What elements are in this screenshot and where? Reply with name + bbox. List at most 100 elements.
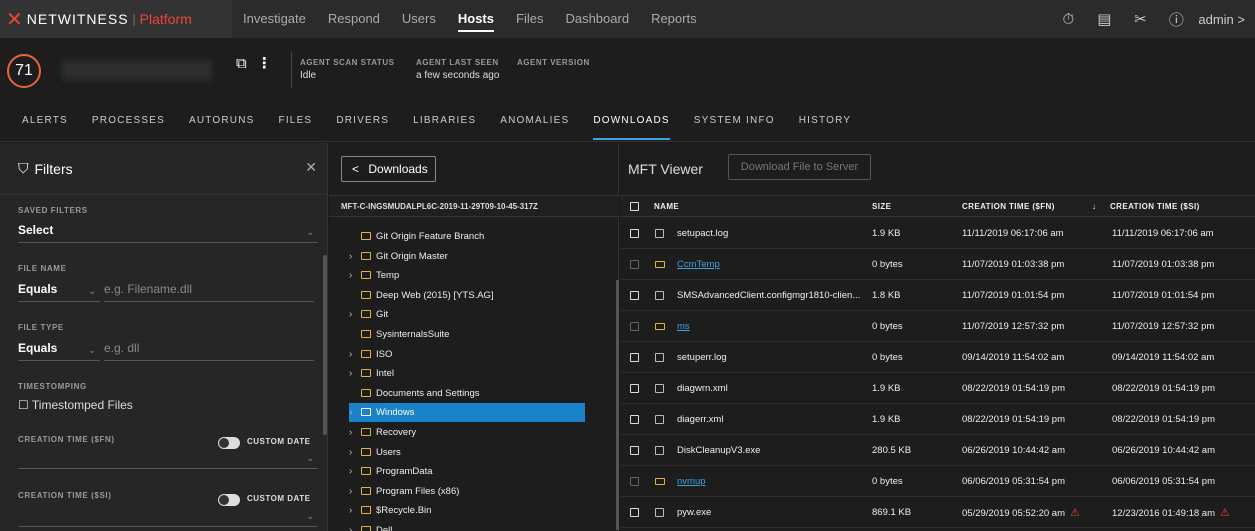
- brand-logo[interactable]: ✕ NETWITNESS | Platform: [0, 0, 232, 38]
- filters-scrollbar[interactable]: [323, 255, 327, 435]
- tab-anomalies[interactable]: ANOMALIES: [500, 100, 569, 142]
- timestomped-files-checkbox[interactable]: ☐ Timestomped Files: [18, 398, 133, 412]
- tree-node[interactable]: Documents and Settings: [349, 384, 480, 403]
- custom-date-si-toggle[interactable]: [218, 494, 240, 506]
- user-menu[interactable]: admin >: [1198, 12, 1245, 27]
- row-checkbox[interactable]: [630, 384, 639, 393]
- sort-desc-icon[interactable]: ↓: [1092, 196, 1096, 218]
- table-row[interactable]: DiskCleanupV3.exe 280.5 KB 06/26/2019 10:4…: [620, 436, 1255, 466]
- table-row[interactable]: nvmup 0 bytes 06/06/2019 05:31:54 pm 06/06/…: [620, 467, 1255, 497]
- select-all-checkbox[interactable]: [630, 202, 639, 211]
- tree-node[interactable]: › Git: [349, 305, 388, 324]
- file-name[interactable]: nvmup: [677, 467, 867, 497]
- chevron-right-icon[interactable]: ›: [349, 443, 361, 462]
- custom-date-fn-toggle[interactable]: [218, 437, 240, 449]
- chevron-right-icon[interactable]: ›: [349, 501, 361, 520]
- chevron-right-icon[interactable]: ›: [349, 345, 361, 364]
- tab-alerts[interactable]: ALERTS: [22, 100, 68, 142]
- chevron-right-icon[interactable]: ›: [349, 266, 361, 285]
- tree-node[interactable]: SysinternalsSuite: [349, 325, 449, 344]
- tree-node[interactable]: › Windows: [349, 403, 585, 423]
- row-checkbox[interactable]: [630, 291, 639, 300]
- tab-drivers[interactable]: DRIVERS: [336, 100, 389, 142]
- tree-scrollbar[interactable]: [616, 280, 619, 530]
- file-name-input[interactable]: e.g. Filename.dll: [104, 282, 314, 302]
- tree-node[interactable]: Git Origin Feature Branch: [349, 227, 484, 246]
- nav-link-hosts[interactable]: Hosts: [457, 0, 495, 38]
- table-row[interactable]: CcmTemp 0 bytes 11/07/2019 01:03:38 pm 11/0…: [620, 250, 1255, 280]
- tab-processes[interactable]: PROCESSES: [92, 100, 165, 142]
- tools-icon[interactable]: ✂: [1122, 10, 1158, 28]
- row-checkbox[interactable]: [630, 415, 639, 424]
- file-type-operator[interactable]: Equals ⌄: [18, 341, 100, 361]
- column-name[interactable]: NAME: [654, 196, 679, 218]
- nav-link-users[interactable]: Users: [402, 0, 436, 38]
- table-row[interactable]: pyw.exe 869.1 KB 05/29/2019 05:52:20 am ⚠ 12…: [620, 498, 1255, 528]
- chevron-right-icon[interactable]: ›: [349, 364, 361, 383]
- saved-filters-select[interactable]: Select ⌄: [18, 223, 318, 243]
- tab-autoruns[interactable]: AUTORUNS: [189, 100, 255, 142]
- file-name: SMSAdvancedClient.configmgr1810-clien...: [677, 290, 861, 301]
- tree-node[interactable]: › Recovery: [349, 423, 416, 442]
- row-checkbox[interactable]: [630, 477, 639, 486]
- chevron-right-icon[interactable]: ›: [349, 247, 361, 266]
- row-checkbox[interactable]: [630, 446, 639, 455]
- nav-link-dashboard[interactable]: Dashboard: [565, 0, 629, 38]
- tree-node[interactable]: › ProgramData: [349, 462, 433, 481]
- nav-link-respond[interactable]: Respond: [328, 0, 380, 38]
- tab-history[interactable]: HISTORY: [799, 100, 852, 142]
- creation-time-fn-value: 05/29/2019 05:52:20 am: [962, 508, 1066, 519]
- nav-link-files[interactable]: Files: [516, 0, 543, 38]
- row-checkbox[interactable]: [630, 322, 639, 331]
- table-row[interactable]: ms 0 bytes 11/07/2019 12:57:32 pm 11/07/201…: [620, 312, 1255, 342]
- close-icon[interactable]: ✕: [305, 159, 317, 176]
- file-type-input[interactable]: e.g. dll: [104, 341, 314, 361]
- tab-files[interactable]: FILES: [279, 100, 313, 142]
- tab-system-info[interactable]: SYSTEM INFO: [694, 100, 775, 142]
- pivot-external-icon[interactable]: ⧉: [236, 55, 247, 72]
- file-name[interactable]: ms: [677, 312, 867, 342]
- chevron-right-icon[interactable]: ›: [349, 521, 361, 531]
- tree-node[interactable]: › ISO: [349, 345, 392, 364]
- table-row[interactable]: setuperr.log 0 bytes 09/14/2019 11:54:02 a…: [620, 343, 1255, 373]
- tree-node[interactable]: › Program Files (x86): [349, 482, 459, 501]
- file-name-operator[interactable]: Equals ⌄: [18, 282, 100, 302]
- tree-node[interactable]: › Dell: [349, 521, 392, 531]
- column-creation-fn[interactable]: CREATION TIME ($FN): [962, 196, 1055, 218]
- chevron-right-icon[interactable]: ›: [349, 462, 361, 481]
- tab-libraries[interactable]: LIBRARIES: [413, 100, 476, 142]
- tree-node[interactable]: Deep Web (2015) [YTS.AG]: [349, 286, 494, 305]
- tab-downloads[interactable]: DOWNLOADS: [593, 100, 671, 142]
- column-size[interactable]: SIZE: [872, 196, 891, 218]
- back-to-downloads-button[interactable]: < Downloads: [341, 156, 436, 182]
- tree-node[interactable]: › $Recycle.Bin: [349, 501, 431, 520]
- table-row[interactable]: SMSAdvancedClient.configmgr1810-clien...…: [620, 281, 1255, 311]
- tree-node[interactable]: › Users: [349, 443, 401, 462]
- help-icon[interactable]: ⓘ: [1158, 9, 1194, 30]
- creation-time-fn-select[interactable]: ⌄: [18, 449, 318, 469]
- download-file-button[interactable]: Download File to Server: [728, 154, 871, 180]
- more-options-icon[interactable]: ⋮: [257, 55, 272, 72]
- chevron-right-icon[interactable]: ›: [349, 482, 361, 501]
- nav-link-investigate[interactable]: Investigate: [243, 0, 306, 38]
- tree-node[interactable]: › Intel: [349, 364, 394, 383]
- table-row[interactable]: setupact.log 1.9 KB 11/11/2019 06:17:06 am…: [620, 219, 1255, 249]
- table-row[interactable]: diagerr.xml 1.9 KB 08/22/2019 01:54:19 pm 0…: [620, 405, 1255, 435]
- table-row[interactable]: diagwrn.xml 1.9 KB 08/22/2019 01:54:19 pm 0…: [620, 374, 1255, 404]
- nav-link-reports[interactable]: Reports: [651, 0, 697, 38]
- file-name[interactable]: CcmTemp: [677, 250, 867, 280]
- tree-node[interactable]: › Temp: [349, 266, 399, 285]
- tree-node[interactable]: › Git Origin Master: [349, 247, 448, 266]
- column-creation-si[interactable]: CREATION TIME ($SI): [1110, 196, 1200, 218]
- notes-icon[interactable]: ▤: [1086, 10, 1122, 28]
- row-checkbox[interactable]: [630, 508, 639, 517]
- row-checkbox[interactable]: [630, 260, 639, 269]
- chevron-right-icon[interactable]: ›: [349, 423, 361, 442]
- chevron-right-icon[interactable]: ›: [349, 403, 361, 422]
- row-checkbox[interactable]: [630, 229, 639, 238]
- risk-score-badge[interactable]: 71: [7, 54, 41, 88]
- chevron-right-icon[interactable]: ›: [349, 305, 361, 324]
- timer-icon[interactable]: ⏱: [1050, 11, 1086, 28]
- row-checkbox[interactable]: [630, 353, 639, 362]
- creation-time-si-select[interactable]: ⌄: [18, 507, 318, 527]
